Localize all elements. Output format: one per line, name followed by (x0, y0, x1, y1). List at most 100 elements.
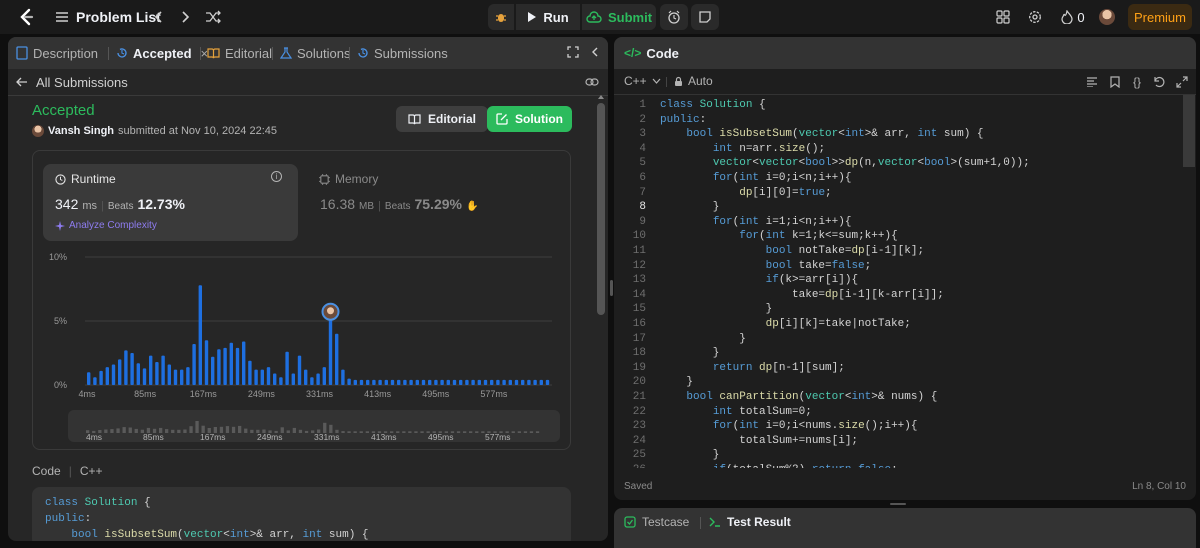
code-line[interactable]: bool isSubsetSum(vector<int>& arr, int s… (660, 128, 983, 140)
bottom-handle[interactable] (890, 503, 906, 505)
mini-bar (463, 431, 467, 433)
code-line[interactable]: if(totalSum%2) return false; (660, 464, 898, 468)
code-line[interactable]: int n=arr.size(); (660, 143, 825, 155)
editor-scrollbar-thumb[interactable] (1183, 95, 1195, 167)
chart-range-selector[interactable]: 4ms 85ms 167ms 249ms 331ms 413ms 495ms 577ms (68, 410, 560, 442)
tab-divider (272, 47, 273, 60)
code-line[interactable]: bool take=false; (660, 260, 872, 272)
code-line[interactable]: int totalSum=0; (660, 406, 812, 418)
code-line[interactable]: } (660, 347, 720, 359)
code-line[interactable]: dp[i][k]=take|notTake; (660, 318, 911, 330)
next-problem-icon[interactable] (178, 9, 192, 25)
user-name[interactable]: Vansh Singh (48, 125, 114, 137)
bar (434, 379, 438, 385)
tab-accepted[interactable]: Accepted × (116, 37, 208, 69)
avatar[interactable] (1099, 9, 1115, 25)
code-line[interactable]: bool canPartition(vector<int>& nums) { (660, 391, 937, 403)
expand-icon[interactable] (1176, 76, 1188, 88)
scrollbar-up-arrow[interactable] (598, 95, 604, 99)
format-icon[interactable] (1086, 76, 1098, 88)
language-select[interactable]: C++ (624, 74, 661, 88)
premium-button[interactable]: Premium (1128, 4, 1192, 30)
braces-icon[interactable]: {} (1130, 75, 1144, 89)
x-tick-label: 495ms (422, 389, 450, 399)
problem-list-link[interactable]: Problem List (76, 0, 161, 34)
code-line: public: (45, 513, 92, 525)
mini-tick-label: 4ms (86, 432, 102, 442)
runtime-card[interactable]: Runtime i 342 ms | Beats 12.73% Analyze … (43, 164, 298, 241)
note-button[interactable] (691, 4, 719, 30)
tab-editorial[interactable]: Editorial (207, 37, 272, 69)
tab-submissions[interactable]: Submissions (357, 37, 448, 69)
code-line[interactable]: for(int k=1;k<=sum;k++){ (660, 230, 897, 242)
x-tick-label: 167ms (190, 389, 218, 399)
mini-bar (110, 429, 114, 433)
runtime-title-row: Runtime (55, 172, 116, 186)
code-line[interactable]: } (660, 303, 773, 315)
code-editor[interactable]: 1 class Solution {2 public: 3 bool isSubset… (614, 95, 1196, 468)
line-number: 16 (632, 318, 646, 330)
code-line[interactable]: } (660, 449, 720, 461)
run-button[interactable]: Run (516, 4, 580, 30)
settings-icon[interactable] (1028, 10, 1042, 24)
code-line[interactable]: class Solution { (660, 99, 766, 111)
streak-counter[interactable]: 0 (1058, 9, 1088, 25)
timer-button[interactable] (660, 4, 688, 30)
fullscreen-icon[interactable] (567, 46, 579, 58)
user-avatar[interactable] (32, 125, 44, 137)
tab-solutions[interactable]: Solutions (280, 37, 350, 69)
memory-card[interactable]: Memory 16.38 MB | Beats 75.29% ✋ (308, 164, 478, 241)
code-line[interactable]: } (660, 201, 720, 213)
mini-bar (122, 427, 126, 433)
tab-test-result[interactable]: Test Result (709, 515, 791, 529)
leetcode-logo[interactable] (16, 7, 36, 27)
code-line[interactable]: } (660, 333, 746, 345)
collapse-panel-icon[interactable] (590, 46, 600, 58)
memory-unit: MB (359, 201, 375, 212)
code-line[interactable]: public: (660, 114, 706, 126)
tab-testcase[interactable]: Testcase (624, 515, 689, 529)
editor-scrollbar[interactable] (1183, 95, 1195, 468)
cloud-upload-icon (586, 11, 602, 23)
tab-code[interactable]: </> Code (624, 37, 679, 69)
bar (415, 379, 419, 385)
layout-icon[interactable] (996, 10, 1010, 24)
editorial-button[interactable]: Editorial (396, 106, 488, 132)
scrollbar[interactable] (597, 95, 605, 541)
code-line[interactable]: } (660, 376, 693, 388)
code-line[interactable]: for(int i=1;i<n;i++){ (660, 216, 852, 228)
prev-problem-icon[interactable] (152, 9, 166, 25)
debug-button[interactable] (488, 4, 514, 30)
mini-bar (420, 431, 424, 433)
list-icon[interactable] (55, 10, 69, 24)
link-icon[interactable] (585, 76, 599, 88)
code-line[interactable]: for(int i=0;i<n;i++){ (660, 172, 852, 184)
code-line[interactable]: if(k>=arr[i]){ (660, 274, 858, 286)
back-link[interactable]: All Submissions (16, 70, 128, 94)
mini-bar (183, 429, 187, 433)
code-line[interactable]: bool notTake=dp[i-1][k]; (660, 245, 924, 257)
reset-icon[interactable] (1153, 76, 1165, 88)
code-line[interactable]: dp[i][0]=true; (660, 187, 831, 199)
bar (124, 350, 128, 385)
auto-mode[interactable]: Auto (674, 74, 713, 88)
bar (502, 379, 506, 385)
scrollbar-thumb[interactable] (597, 103, 605, 315)
bar (198, 285, 202, 385)
code-line[interactable]: take=dp[i-1][k-arr[i]]; (660, 289, 944, 301)
code-line[interactable]: totalSum+=nums[i]; (660, 435, 858, 447)
submit-button[interactable]: Submit (582, 4, 656, 30)
analyze-complexity-link[interactable]: Analyze Complexity (55, 220, 157, 231)
code-line[interactable]: for(int i=0;i<nums.size();i++){ (660, 420, 918, 432)
code-line[interactable]: vector<vector<bool>>dp(n,vector<bool>(su… (660, 157, 1030, 169)
bookmark-icon[interactable] (1109, 76, 1121, 88)
chevron-down-icon (652, 78, 661, 84)
tab-description[interactable]: Description (16, 37, 98, 69)
info-icon[interactable]: i (271, 171, 282, 182)
bar (149, 355, 153, 385)
solution-button[interactable]: Solution (487, 106, 572, 132)
panel-resize-handle[interactable] (610, 280, 613, 296)
shuffle-icon[interactable] (204, 9, 222, 25)
code-line[interactable]: return dp[n-1][sum]; (660, 362, 845, 374)
mini-bar (244, 428, 248, 433)
